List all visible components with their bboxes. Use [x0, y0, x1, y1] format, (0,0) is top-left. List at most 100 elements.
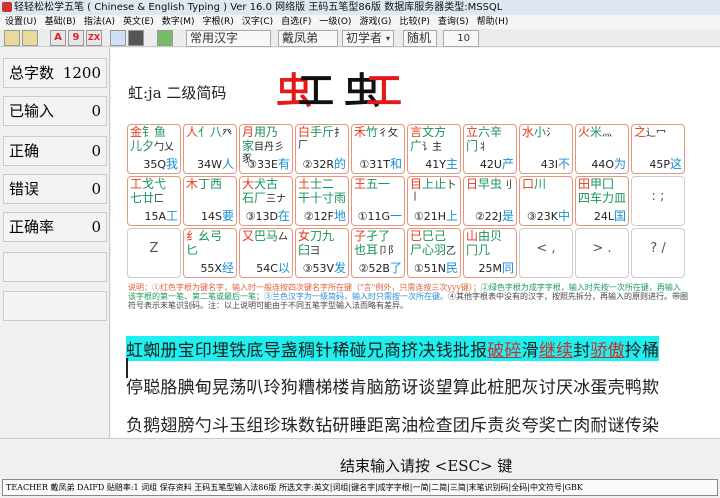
digit-button[interactable]: 9 [68, 30, 84, 46]
key-roots: 日早虫刂 [466, 177, 513, 191]
key-symbol: > . [592, 241, 612, 256]
key-roots: 纟幺弓匕 [186, 229, 223, 257]
search-doc-icon[interactable] [110, 30, 126, 46]
key[interactable]: 之辶冖 45P这 [631, 124, 685, 174]
menu-item[interactable]: 基础(B) [45, 15, 76, 29]
empty-stat-box [3, 252, 107, 282]
stat-box: 已输入 0 [3, 96, 107, 126]
char-display-root-2: 虫工 [344, 70, 403, 112]
key[interactable]: 木丁西 14S要 [183, 176, 237, 226]
key-roots: 之辶冖 [634, 125, 667, 139]
key[interactable]: 月用乃家目丹彡豕 ③33E有 [239, 124, 293, 174]
key[interactable]: 子孑了也耳卩阝 ②52B了 [351, 228, 405, 278]
char-display-root-1: 虫工 [276, 70, 335, 112]
key[interactable]: 火米灬 44O为 [575, 124, 629, 174]
menu-item[interactable]: 查询(S) [438, 15, 469, 29]
key-roots: 土士二干十寸雨 [298, 177, 347, 205]
user-icon[interactable] [128, 30, 144, 46]
stat-value: 0 [91, 180, 101, 198]
key-roots: 木丁西 [186, 177, 223, 191]
key[interactable]: 日早虫刂 ②22J是 [463, 176, 517, 226]
chevron-down-icon: ▾ [385, 34, 390, 43]
menu-item[interactable]: 比较(P) [399, 15, 429, 29]
key-roots: 田甲囗四车力皿 [578, 177, 627, 205]
key-code: 41Y主 [425, 157, 458, 171]
menu-item[interactable]: 指法(A) [84, 15, 115, 29]
stat-box: 错误 0 [3, 174, 107, 204]
key[interactable]: ? / [631, 228, 685, 278]
letter-a-button[interactable]: A [50, 30, 66, 46]
order-field[interactable]: 随机 [403, 30, 437, 47]
key[interactable]: 工戈弋七廿匚 15A工 [127, 176, 181, 226]
key-roots: 山由贝冂几 [466, 229, 503, 257]
key-roots: 口川 [522, 177, 547, 191]
key-code: 14S要 [201, 209, 234, 223]
key[interactable]: 金钅鱼儿夕勹乂 35Q我 [127, 124, 181, 174]
key-symbol: Z [149, 241, 159, 256]
key-code: 45P这 [649, 157, 682, 171]
menu-item[interactable]: 帮助(H) [477, 15, 509, 29]
menu-item[interactable]: 游戏(G) [359, 15, 391, 29]
text-set-field[interactable]: 常用汉字 [186, 30, 271, 47]
key-roots: 立六辛门丬 [466, 125, 503, 153]
key[interactable]: 女刀九臼彐 ③53V发 [295, 228, 349, 278]
legend-note: 说明：①红色字根为键名字，输入时一般连按四次键名字所在键（"言"例外，只需连按三… [128, 283, 688, 310]
key-roots: 工戈弋七廿匚 [130, 177, 167, 205]
folder-icon[interactable] [22, 30, 38, 46]
key-symbol: ? / [650, 241, 666, 256]
key[interactable]: 水小氵 43I不 [519, 124, 573, 174]
key-roots: 人亻八癶 [186, 125, 233, 139]
menu-item[interactable]: 数字(M) [162, 15, 195, 29]
key-roots: 水小氵 [522, 125, 557, 139]
level-select[interactable]: 初学者 ▾ [342, 30, 394, 47]
key-code: 34W人 [197, 157, 234, 171]
key-code: ②52B了 [358, 261, 402, 275]
key[interactable]: 又巴马厶 54C以 [239, 228, 293, 278]
key[interactable]: 白手斤扌厂 ②32R的 [295, 124, 349, 174]
key[interactable]: 土士二干十寸雨 ②12F地 [295, 176, 349, 226]
key[interactable]: 山由贝冂几 25M同 [463, 228, 517, 278]
stat-label: 错误 [9, 180, 40, 198]
key[interactable]: 纟幺弓匕 55X经 [183, 228, 237, 278]
key-code: ②22J是 [474, 209, 514, 223]
key-symbol: < , [536, 241, 556, 256]
key-code: ①21H上 [413, 209, 458, 223]
key-code: ①31T和 [359, 157, 402, 171]
key[interactable]: 人亻八癶 34W人 [183, 124, 237, 174]
key-roots: 禾竹彳攵 [354, 125, 399, 139]
key[interactable]: Z [127, 228, 181, 278]
key[interactable]: < , [519, 228, 573, 278]
menu-item[interactable]: 英文(E) [123, 15, 154, 29]
key-roots: 女刀九臼彐 [298, 229, 335, 257]
menu-item[interactable]: 字根(R) [203, 15, 234, 29]
key[interactable]: 禾竹彳攵 ①31T和 [351, 124, 405, 174]
esc-hint: 结束输入请按 <ESC> 键 [340, 457, 513, 475]
status-bar: TEACHER 戴凤弟 DAIFD 贴赔率:1 词组 保存资料 王码五笔型输入法… [2, 479, 718, 496]
open-icon[interactable] [4, 30, 20, 46]
key[interactable]: 田甲囗四车力皿 24L国 [575, 176, 629, 226]
key-roots: 金钅鱼儿夕勹乂 [130, 125, 175, 153]
stat-value: 0 [91, 102, 101, 120]
key[interactable]: > . [575, 228, 629, 278]
key-code: 42U产 [479, 157, 514, 171]
menu-item[interactable]: 一级(O) [319, 15, 351, 29]
exit-icon[interactable] [157, 30, 173, 46]
key[interactable]: 王五一 ①11G一 [351, 176, 405, 226]
key[interactable]: 目上止卜丨 ①21H上 [407, 176, 461, 226]
key[interactable]: : ; [631, 176, 685, 226]
menu-item[interactable]: 汉字(C) [242, 15, 273, 29]
menu-item[interactable]: 设置(U) [5, 15, 37, 29]
key[interactable]: 大犬古石厂三ナ ③13D在 [239, 176, 293, 226]
count-stepper[interactable]: 10 [443, 30, 479, 47]
zx-button[interactable]: ZX [86, 30, 102, 46]
key[interactable]: 已巳己尸心羽乙 ①51N民 [407, 228, 461, 278]
practice-line-current: 虹蜘册宝印埋铁底导盏稠针稀碰兄商挤决钱批报破碎滑继续封骄傲拎桶 [126, 336, 660, 361]
key[interactable]: 立六辛门丬 42U产 [463, 124, 517, 174]
menu-item[interactable]: 自选(F) [281, 15, 311, 29]
stat-box: 总字数 1200 [3, 58, 107, 88]
key-roots: 大犬古石厂三ナ [242, 177, 287, 205]
user-field[interactable]: 戴凤弟 [278, 30, 338, 47]
key[interactable]: 言文方广讠主 41Y主 [407, 124, 461, 174]
stat-value: 0 [91, 218, 101, 236]
key[interactable]: 口川 ③23K中 [519, 176, 573, 226]
